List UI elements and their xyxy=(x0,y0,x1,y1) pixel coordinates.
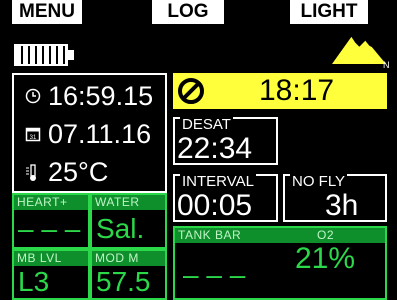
status-panel: 16:59.15 31 07.11.16 25°C xyxy=(12,73,167,193)
no-dive-time-bar: 18:17 xyxy=(173,73,387,109)
mod-tile: MOD M 57.5 xyxy=(90,249,167,300)
mountain-icon: N2 xyxy=(332,35,390,68)
mb-level-label: MB LVL xyxy=(14,251,88,266)
desat-value: 22:34 xyxy=(177,132,253,165)
mb-level-value: L3 xyxy=(18,266,50,297)
clock-icon xyxy=(24,88,42,106)
no-dive-icon xyxy=(178,78,204,104)
water-tile: WATER Sal. xyxy=(90,193,167,249)
log-key[interactable]: LOG xyxy=(152,0,224,24)
current-time: 16:59.15 xyxy=(48,81,154,111)
no-dive-time: 18:17 xyxy=(259,74,335,107)
heart-tile: HEART+ – – – xyxy=(12,193,90,249)
interval-label: INTERVAL xyxy=(180,173,256,190)
tank-label-row: TANK BAR O2 xyxy=(175,228,385,243)
no-fly-box: NO FLY 3h xyxy=(283,174,387,222)
interval-value: 00:05 xyxy=(177,189,253,222)
battery-icon xyxy=(14,44,68,66)
interval-box: INTERVAL 00:05 xyxy=(173,174,278,222)
o2-percent: 21% xyxy=(295,242,356,275)
no-fly-value: 3h xyxy=(325,189,359,222)
temperature-row: 25°C xyxy=(14,153,165,191)
battery-tip xyxy=(68,50,74,60)
mod-label: MOD M xyxy=(92,251,165,266)
heart-label: HEART+ xyxy=(14,195,88,210)
water-value: Sal. xyxy=(96,213,145,244)
light-key[interactable]: LIGHT xyxy=(290,0,368,24)
tank-bar-label: TANK BAR xyxy=(178,228,242,242)
heart-value: – – – xyxy=(18,213,81,244)
time-row: 16:59.15 xyxy=(14,77,165,115)
menu-key[interactable]: MENU xyxy=(12,0,82,24)
date-row: 31 07.11.16 xyxy=(14,115,165,153)
no-fly-label: NO FLY xyxy=(290,173,348,190)
mb-level-tile: MB LVL L3 xyxy=(12,249,90,300)
tank-pressure: – – – xyxy=(183,259,246,290)
current-date: 07.11.16 xyxy=(48,119,152,149)
temperature: 25°C xyxy=(48,157,109,187)
altitude-label: N2 xyxy=(383,60,390,68)
thermometer-icon xyxy=(24,164,42,182)
o2-label: O2 xyxy=(317,228,335,242)
water-label: WATER xyxy=(92,195,165,210)
tank-tile: TANK BAR O2 – – – 21% xyxy=(173,226,387,300)
mod-value: 57.5 xyxy=(96,266,151,297)
desat-box: DESAT 22:34 xyxy=(173,117,278,165)
calendar-day: 31 xyxy=(30,135,37,141)
calendar-icon: 31 xyxy=(24,126,42,144)
desat-label: DESAT xyxy=(180,116,233,133)
